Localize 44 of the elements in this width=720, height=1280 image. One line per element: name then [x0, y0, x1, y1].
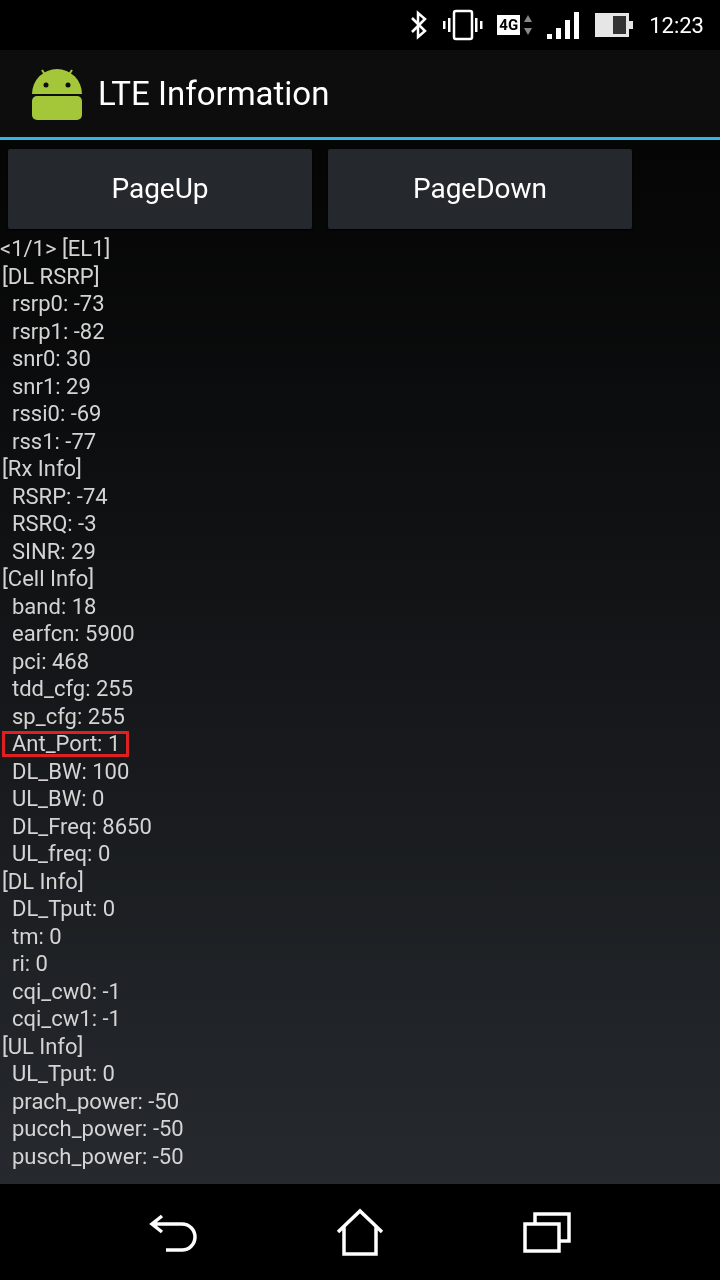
app-title: LTE Information	[98, 72, 330, 115]
value-line: UL_BW: 0	[11, 785, 105, 813]
value-line: DL_Freq: 8650	[11, 812, 152, 840]
value-line: DL_BW: 100	[11, 757, 130, 785]
value-line: UL_freq: 0	[11, 840, 111, 868]
value-line: snr0: 30	[11, 345, 91, 373]
value-line: band: 18	[11, 592, 97, 620]
signal-icon	[547, 10, 582, 40]
value-line: snr1: 29	[11, 372, 91, 400]
network-type-badge: 4G	[497, 15, 521, 35]
page-button[interactable]: PageDown	[328, 149, 632, 229]
value-line: cqi_cw0: -1	[11, 977, 121, 1005]
value-line: rsrp1: -82	[11, 317, 105, 345]
value-line: RSRP: -74	[11, 482, 108, 510]
value-line: pusch_power: -50	[11, 1142, 184, 1170]
value-line: cqi_cw1: -1	[11, 1005, 121, 1033]
value-line: SINR: 29	[11, 537, 96, 565]
section-title: [UL Info]	[1, 1032, 84, 1060]
section-title: [Rx Info]	[1, 455, 82, 483]
clock-time: 12:23	[649, 11, 704, 40]
home-icon[interactable]	[335, 1208, 385, 1256]
value-line: earfcn: 5900	[11, 620, 135, 648]
value-line: pci: 468	[11, 647, 90, 675]
page-header-text: <1/1> [EL1]	[0, 235, 111, 263]
value-line: tdd_cfg: 255	[11, 675, 134, 703]
value-line: DL_Tput: 0	[11, 895, 115, 923]
value-line: pucch_power: -50	[11, 1115, 184, 1143]
value-line: UL_Tput: 0	[11, 1060, 115, 1088]
value-line: sp_cfg: 255	[11, 702, 125, 730]
battery-icon	[595, 12, 636, 38]
page-button[interactable]: PageUp	[8, 149, 312, 229]
value-line: prach_power: -50	[11, 1087, 180, 1115]
section-title: [DL RSRP]	[1, 262, 100, 290]
value-line: rssi0: -69	[11, 400, 102, 428]
section-title: [Cell Info]	[1, 565, 95, 593]
section-title: [DL Info]	[1, 867, 84, 895]
value-line: tm: 0	[11, 922, 62, 950]
vibrate-icon	[443, 9, 484, 41]
recent-apps-icon[interactable]	[521, 1210, 572, 1254]
value-line: RSRQ: -3	[11, 510, 97, 538]
value-line: ri: 0	[11, 950, 48, 978]
data-activity-icon	[523, 13, 534, 37]
value-line: rss1: -77	[11, 427, 97, 455]
value-line: rsrp0: -73	[11, 290, 105, 318]
